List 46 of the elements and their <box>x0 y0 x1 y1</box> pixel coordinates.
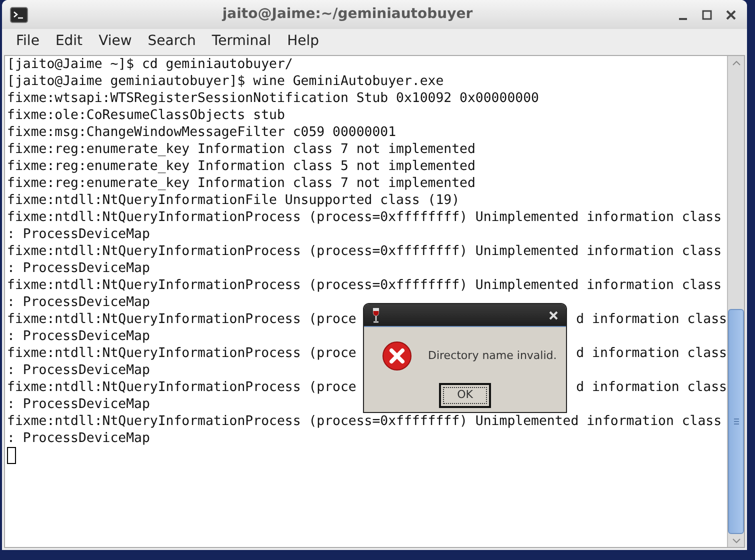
terminal-line: : ProcessDeviceMap <box>7 226 150 243</box>
terminal-line: d information class <box>576 379 727 396</box>
terminal-line: : ProcessDeviceMap <box>7 362 150 379</box>
maximize-icon[interactable] <box>702 10 712 20</box>
terminal-line: fixme:reg:enumerate_key Information class 7 not implemented <box>7 141 476 158</box>
menu-item[interactable]: Search <box>140 31 204 52</box>
terminal-line: fixme:reg:enumerate_key Information class 5 not implemented <box>7 158 476 175</box>
terminal-line: : ProcessDeviceMap <box>7 260 150 277</box>
window-title: jaito@Jaime:~/geminiautobuyer <box>220 5 474 24</box>
menu-item[interactable]: Help <box>279 31 327 52</box>
menu-item[interactable]: View <box>90 31 140 52</box>
error-icon <box>382 341 412 371</box>
menu-item[interactable]: File <box>8 31 48 52</box>
terminal-line: fixme:ntdll:NtQueryInformationProcess (process=0xffffffff) Unimplemented information class <box>7 277 722 294</box>
grip-icon <box>734 418 738 425</box>
terminal-line: : ProcessDeviceMap <box>7 396 150 413</box>
ok-button[interactable]: OK <box>439 383 491 408</box>
terminal-line: fixme:ntdll:NtQueryInformationProcess (proce <box>7 379 356 396</box>
terminal-line: fixme:ntdll:NtQueryInformationProcess (process=0xffffffff) Unimplemented information class <box>7 243 722 260</box>
menu-item[interactable]: Terminal <box>204 31 280 52</box>
terminal-line: fixme:wtsapi:WTSRegisterSessionNotification Stub 0x10092 0x00000000 <box>7 90 539 107</box>
wine-glass-icon <box>372 307 380 323</box>
terminal-line: : ProcessDeviceMap <box>7 294 150 311</box>
terminal-line: [jaito@Jaime geminiautobuyer]$ wine GeminiAutobuyer.exe <box>7 73 444 90</box>
terminal-line: fixme:ntdll:NtQueryInformationProcess (process=0xffffffff) Unimplemented information class <box>7 209 722 226</box>
menu-item[interactable]: Edit <box>47 31 91 52</box>
terminal-line: fixme:ntdll:NtQueryInformationFile Unsupported class (19) <box>7 192 460 209</box>
terminal-icon <box>10 6 28 22</box>
scroll-down-icon[interactable] <box>732 538 740 544</box>
terminal-line: [jaito@Jaime ~]$ cd geminiautobuyer/ <box>7 56 293 73</box>
terminal-line: fixme:ntdll:NtQueryInformationProcess (process=0xffffffff) Unimplemented information class <box>7 413 722 430</box>
terminal-line: d information class <box>576 311 727 328</box>
scroll-up-icon[interactable] <box>732 60 740 66</box>
terminal-line: fixme:reg:enumerate_key Information class 7 not implemented <box>7 175 476 192</box>
error-message: Directory name invalid. <box>428 348 557 364</box>
scrollbar[interactable] <box>727 56 744 547</box>
terminal-line: fixme:msg:ChangeWindowMessageFilter c059 00000001 <box>7 124 396 141</box>
terminal-line: : ProcessDeviceMap <box>7 328 150 345</box>
terminal-line: d information class <box>576 345 727 362</box>
text-cursor <box>7 447 16 464</box>
terminal-line: fixme:ntdll:NtQueryInformationProcess (proce <box>7 345 356 362</box>
scrollbar-thumb[interactable] <box>728 309 744 534</box>
terminal-line: : ProcessDeviceMap <box>7 430 150 447</box>
terminal-line: fixme:ntdll:NtQueryInformationProcess (proce <box>7 311 356 328</box>
close-icon[interactable] <box>726 10 736 20</box>
terminal-line: fixme:ole:CoResumeClassObjects stub <box>7 107 285 124</box>
